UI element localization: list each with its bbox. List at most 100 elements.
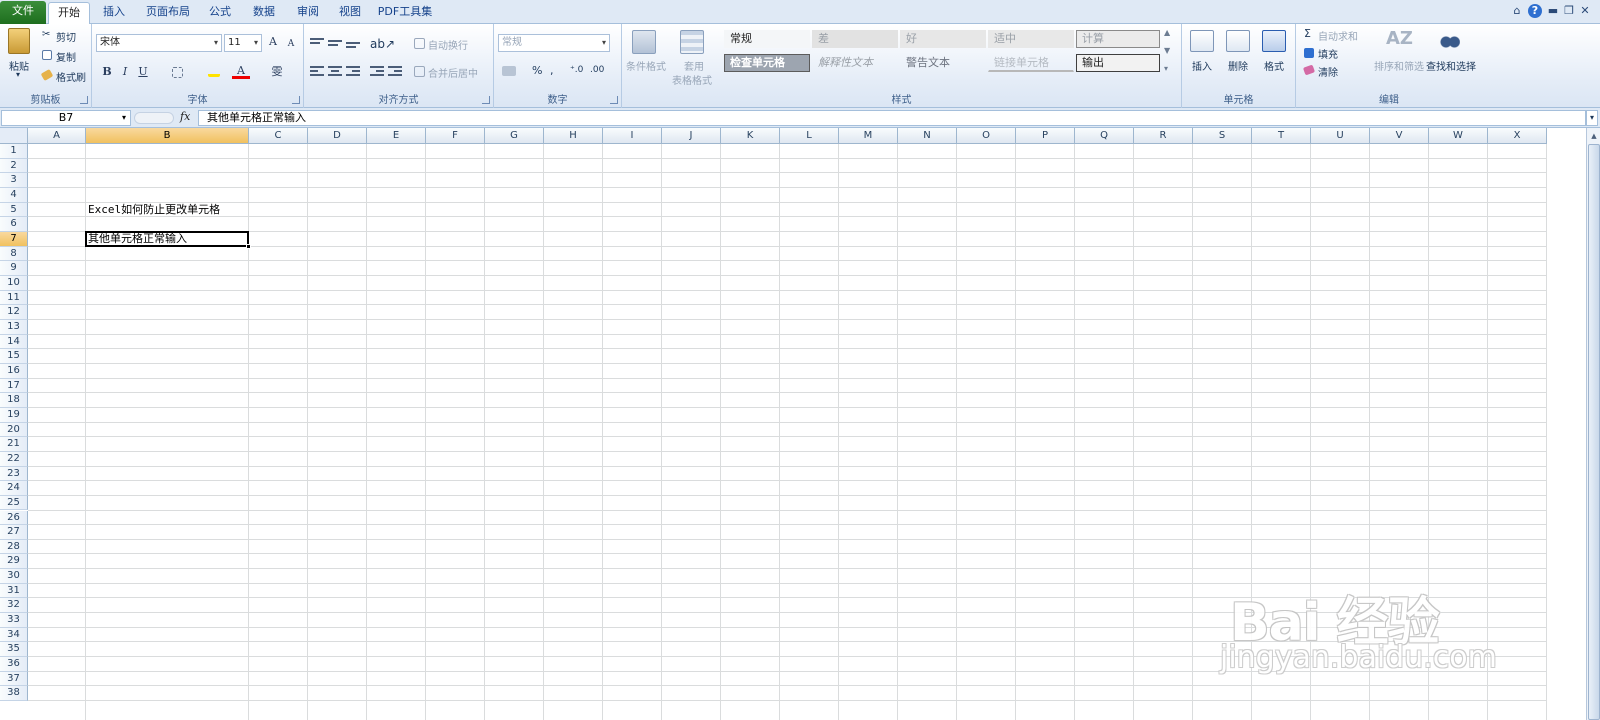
increase-indent-icon[interactable] bbox=[388, 66, 402, 76]
conditional-format-icon[interactable] bbox=[632, 30, 656, 54]
align-top-icon[interactable] bbox=[310, 38, 324, 48]
tab-view[interactable]: 视图 bbox=[330, 2, 370, 24]
fill-handle[interactable] bbox=[246, 243, 251, 249]
format-as-table-line2[interactable]: 表格格式 bbox=[672, 72, 712, 87]
align-center-icon[interactable] bbox=[328, 66, 342, 76]
conditional-format-button[interactable]: 条件格式 bbox=[626, 58, 666, 73]
row-header-10[interactable]: 10 bbox=[0, 275, 28, 291]
font-launcher-icon[interactable] bbox=[292, 96, 300, 104]
row-header-30[interactable]: 30 bbox=[0, 569, 28, 584]
format-cells-button[interactable]: 格式 bbox=[1264, 58, 1284, 73]
column-header-u[interactable]: U bbox=[1311, 128, 1370, 144]
close-window-icon[interactable]: ✕ bbox=[1578, 4, 1592, 18]
row-header-4[interactable]: 4 bbox=[0, 187, 28, 203]
row-header-13[interactable]: 13 bbox=[0, 319, 28, 335]
column-header-j[interactable]: J bbox=[662, 128, 721, 144]
row-header-17[interactable]: 17 bbox=[0, 378, 28, 394]
row-header-27[interactable]: 27 bbox=[0, 525, 28, 540]
paste-icon[interactable] bbox=[8, 28, 30, 54]
format-painter-icon[interactable] bbox=[40, 69, 54, 81]
cell-b5[interactable]: Excel如何防止更改单元格 bbox=[88, 203, 220, 218]
style-bad[interactable]: 差 bbox=[812, 30, 898, 48]
shrink-font-button[interactable]: A bbox=[282, 36, 300, 52]
style-normal[interactable]: 常规 bbox=[724, 30, 810, 48]
tab-formulas[interactable]: 公式 bbox=[200, 2, 240, 24]
font-name-combo[interactable]: 宋体 ▾ bbox=[96, 34, 222, 52]
row-header-28[interactable]: 28 bbox=[0, 539, 28, 555]
scroll-up-icon[interactable]: ▲ bbox=[1588, 130, 1600, 142]
find-select-button[interactable]: 查找和选择 bbox=[1426, 58, 1476, 73]
align-left-icon[interactable] bbox=[310, 66, 324, 76]
row-header-12[interactable]: 12 bbox=[0, 305, 28, 320]
name-box[interactable]: B7 ▾ bbox=[1, 110, 131, 126]
column-header-x[interactable]: X bbox=[1488, 128, 1547, 144]
help-icon[interactable]: ? bbox=[1528, 4, 1542, 18]
vertical-scrollbar[interactable]: ▲ bbox=[1586, 128, 1600, 720]
row-header-29[interactable]: 29 bbox=[0, 554, 28, 570]
delete-cells-icon[interactable] bbox=[1226, 30, 1250, 52]
row-header-14[interactable]: 14 bbox=[0, 334, 28, 350]
style-scroll-down-icon[interactable]: ▼ bbox=[1164, 46, 1170, 55]
column-header-q[interactable]: Q bbox=[1075, 128, 1134, 144]
tab-file[interactable]: 文件 bbox=[0, 1, 46, 24]
currency-icon[interactable] bbox=[502, 66, 516, 76]
column-header-s[interactable]: S bbox=[1193, 128, 1252, 144]
row-header-20[interactable]: 20 bbox=[0, 422, 28, 438]
row-header-33[interactable]: 33 bbox=[0, 613, 28, 628]
clipboard-launcher-icon[interactable] bbox=[80, 96, 88, 104]
wrap-text-button[interactable]: 自动换行 bbox=[428, 37, 468, 52]
cut-icon[interactable]: ✂ bbox=[42, 29, 50, 40]
merge-center-icon[interactable] bbox=[414, 66, 425, 77]
increase-decimal-icon[interactable]: ⁺.0 bbox=[570, 65, 583, 75]
style-calculation[interactable]: 计算 bbox=[1076, 30, 1160, 48]
align-right-icon[interactable] bbox=[346, 66, 360, 76]
style-check-cell[interactable]: 检查单元格 bbox=[724, 54, 810, 72]
format-as-table-icon[interactable] bbox=[680, 30, 704, 54]
row-header-1[interactable]: 1 bbox=[0, 144, 28, 159]
scroll-thumb[interactable] bbox=[1588, 144, 1600, 720]
fill-button[interactable]: 填充 bbox=[1318, 46, 1338, 61]
row-header-24[interactable]: 24 bbox=[0, 481, 28, 496]
bold-button[interactable]: B bbox=[98, 64, 116, 80]
sigma-icon[interactable]: Σ bbox=[1304, 27, 1311, 40]
row-header-16[interactable]: 16 bbox=[0, 363, 28, 379]
insert-cells-icon[interactable] bbox=[1190, 30, 1214, 52]
clear-button[interactable]: 清除 bbox=[1318, 64, 1338, 79]
column-header-o[interactable]: O bbox=[957, 128, 1016, 144]
format-cells-icon[interactable] bbox=[1262, 30, 1286, 52]
row-header-7[interactable]: 7 bbox=[0, 231, 28, 247]
column-header-g[interactable]: G bbox=[485, 128, 544, 144]
decrease-indent-icon[interactable] bbox=[370, 66, 384, 76]
column-header-k[interactable]: K bbox=[721, 128, 780, 144]
column-header-n[interactable]: N bbox=[898, 128, 957, 144]
row-header-38[interactable]: 38 bbox=[0, 686, 28, 702]
cut-button[interactable]: 剪切 bbox=[56, 29, 76, 44]
column-header-r[interactable]: R bbox=[1134, 128, 1193, 144]
row-header-37[interactable]: 37 bbox=[0, 671, 28, 687]
column-header-h[interactable]: H bbox=[544, 128, 603, 144]
sort-filter-icon[interactable]: AZ bbox=[1386, 28, 1413, 49]
row-header-22[interactable]: 22 bbox=[0, 451, 28, 467]
autosum-button[interactable]: 自动求和 bbox=[1318, 28, 1358, 43]
align-middle-icon[interactable] bbox=[328, 40, 342, 50]
row-header-11[interactable]: 11 bbox=[0, 290, 28, 306]
row-header-34[interactable]: 34 bbox=[0, 627, 28, 643]
phonetic-button[interactable]: 雯 bbox=[268, 64, 286, 80]
style-neutral[interactable]: 适中 bbox=[988, 30, 1074, 48]
style-good[interactable]: 好 bbox=[900, 30, 986, 48]
find-binoculars-icon[interactable] bbox=[1440, 30, 1460, 50]
format-painter-button[interactable]: 格式刷 bbox=[56, 69, 86, 84]
column-header-a[interactable]: A bbox=[28, 128, 86, 144]
underline-button[interactable]: U bbox=[134, 64, 152, 80]
minimize-window-icon[interactable]: ▬ bbox=[1546, 4, 1560, 18]
sort-filter-button[interactable]: 排序和筛选 bbox=[1374, 58, 1424, 73]
column-header-b[interactable]: B bbox=[86, 128, 249, 144]
row-header-6[interactable]: 6 bbox=[0, 217, 28, 232]
alignment-launcher-icon[interactable] bbox=[482, 96, 490, 104]
row-header-25[interactable]: 25 bbox=[0, 495, 28, 511]
copy-button[interactable]: 复制 bbox=[56, 49, 76, 64]
tab-page-layout[interactable]: 页面布局 bbox=[138, 2, 198, 24]
row-header-26[interactable]: 26 bbox=[0, 510, 28, 526]
style-warning[interactable]: 警告文本 bbox=[900, 54, 986, 72]
number-format-combo[interactable]: 常规 ▾ bbox=[498, 34, 610, 52]
